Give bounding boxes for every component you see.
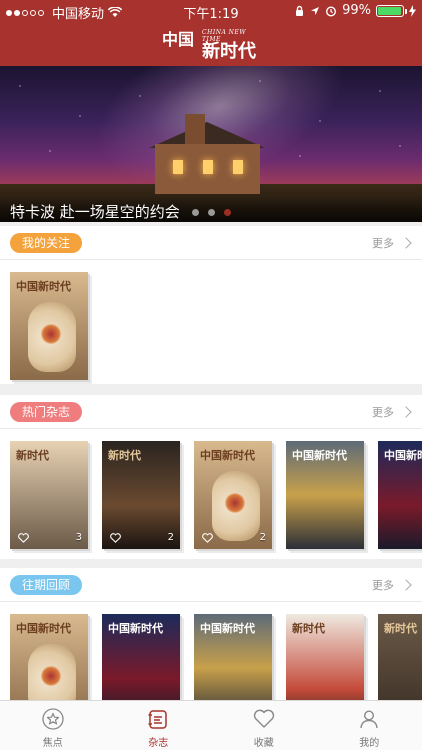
heart-icon[interactable]: [110, 532, 121, 543]
person-icon: [360, 710, 378, 729]
banner-pager[interactable]: [192, 209, 231, 216]
cover-vase: 中国新时代: [10, 272, 88, 380]
cover-masthead: 新时代: [16, 449, 49, 462]
cover-masthead: 中国新时代: [200, 449, 255, 462]
section-label-archive: 往期回顾: [10, 575, 83, 595]
shelf-hot: 新时代 3 新时代 2 中国新时代 2 中国新时代 中国新: [0, 429, 422, 559]
cover-masthead: 中国新时代: [292, 449, 347, 462]
chevron-right-icon: [400, 237, 412, 249]
cover-lock: 新时代: [378, 614, 422, 700]
status-right: 99%: [294, 3, 416, 18]
section-header: 往期回顾 更多: [0, 568, 422, 602]
tab-label: 我的: [359, 738, 380, 749]
magazine-cover[interactable]: 中国新时代: [10, 614, 88, 700]
cover-runners: 中国新时代: [194, 614, 272, 700]
like-count: 2: [110, 532, 174, 543]
cover-masthead: 中国新时代: [16, 622, 71, 635]
cover-family: 新时代: [286, 614, 364, 700]
pager-dot-1[interactable]: [192, 209, 199, 216]
rotation-lock-icon: [296, 5, 304, 16]
tab-profile[interactable]: 我的: [317, 701, 422, 750]
magazine-cover[interactable]: 新时代 3: [10, 441, 88, 549]
more-following-button[interactable]: 更多: [372, 235, 412, 251]
app-logo: 中国 CHINA NEW TIME 新时代: [162, 26, 262, 62]
more-archive-button[interactable]: 更多: [372, 577, 412, 593]
section-label-hot: 热门杂志: [10, 402, 83, 422]
heart-icon[interactable]: [18, 532, 29, 543]
magazine-cover[interactable]: 中国新时代: [102, 614, 180, 700]
chevron-right-icon: [400, 406, 412, 418]
pager-dot-3[interactable]: [224, 209, 231, 216]
magazine-icon: [148, 710, 167, 729]
likes-value: 2: [167, 532, 174, 543]
cover-night: 中国新时代: [378, 441, 422, 549]
magazine-cover[interactable]: 新时代: [378, 614, 422, 700]
magazine-cover[interactable]: 中国新时代: [286, 441, 364, 549]
likes-value: 3: [75, 532, 82, 543]
top-bar: 中国移动 下午1:19 99% 中国 CHINA NEW TIME 新时代: [0, 0, 422, 66]
cover-night: 中国新时代: [102, 614, 180, 700]
magazine-cover[interactable]: 中国新时代: [194, 614, 272, 700]
magazine-cover[interactable]: 中国新时代: [378, 441, 422, 549]
more-label: 更多: [372, 237, 394, 250]
pager-dot-2[interactable]: [208, 209, 215, 216]
tab-bar: 焦点 杂志 收藏 我的: [0, 700, 422, 750]
tab-label: 收藏: [253, 738, 274, 749]
heart-icon: [253, 709, 274, 728]
section-label-following: 我的关注: [10, 233, 83, 253]
tab-focus[interactable]: 焦点: [0, 701, 106, 750]
status-bar: 中国移动 下午1:19 99%: [0, 0, 422, 22]
chevron-right-icon: [400, 579, 412, 591]
star-icon: [42, 708, 64, 730]
shelf-archive: 中国新时代 中国新时代 中国新时代 新时代 新时代: [0, 602, 422, 700]
shelf-following: 中国新时代: [0, 260, 422, 384]
logo-cn-top: 中国: [162, 30, 195, 49]
cover-runners: 中国新时代: [286, 441, 364, 549]
cover-masthead: 中国新时代: [108, 622, 163, 635]
cover-masthead: 中国新时代: [16, 280, 71, 293]
section-header: 热门杂志 更多: [0, 395, 422, 429]
like-count: 3: [18, 532, 82, 543]
cover-masthead: 中国新时代: [200, 622, 255, 635]
magazine-cover[interactable]: 新时代 2: [102, 441, 180, 549]
more-hot-button[interactable]: 更多: [372, 404, 412, 420]
banner-church: [145, 114, 265, 194]
tab-label: 杂志: [148, 738, 169, 749]
cover-masthead: 新时代: [108, 449, 141, 462]
likes-value: 2: [259, 532, 266, 543]
cover-masthead: 新时代: [384, 622, 417, 635]
battery-percent: 99%: [342, 3, 371, 18]
alarm-icon: [326, 5, 337, 17]
battery-icon: [376, 4, 407, 17]
tab-magazine[interactable]: 杂志: [106, 701, 212, 750]
tab-favorites[interactable]: 收藏: [211, 701, 317, 750]
magazine-cover[interactable]: 新时代: [286, 614, 364, 700]
section-hot: 热门杂志 更多 新时代 3 新时代 2 中国新时代 2 中国新时代 中国新: [0, 395, 422, 559]
section-following: 我的关注 更多 中国新时代: [0, 226, 422, 384]
cover-vase: 中国新时代: [10, 614, 88, 700]
like-count: 2: [202, 532, 266, 543]
magazine-cover[interactable]: 中国新时代 2: [194, 441, 272, 549]
charging-icon: [409, 4, 416, 17]
section-header: 我的关注 更多: [0, 226, 422, 260]
magazine-cover[interactable]: 中国新时代: [10, 272, 88, 380]
section-archive: 往期回顾 更多 中国新时代 中国新时代 中国新时代 新时代 新时代: [0, 568, 422, 700]
cover-masthead: 中国新时代: [384, 449, 422, 462]
tab-label: 焦点: [42, 738, 63, 749]
location-icon: [311, 6, 320, 15]
banner-title[interactable]: 特卡波 赴一场星空的约会: [10, 201, 180, 222]
more-label: 更多: [372, 406, 394, 419]
logo-cn-bottom: 新时代: [202, 41, 256, 62]
heart-icon[interactable]: [202, 532, 213, 543]
more-label: 更多: [372, 579, 394, 592]
cover-masthead: 新时代: [292, 622, 325, 635]
